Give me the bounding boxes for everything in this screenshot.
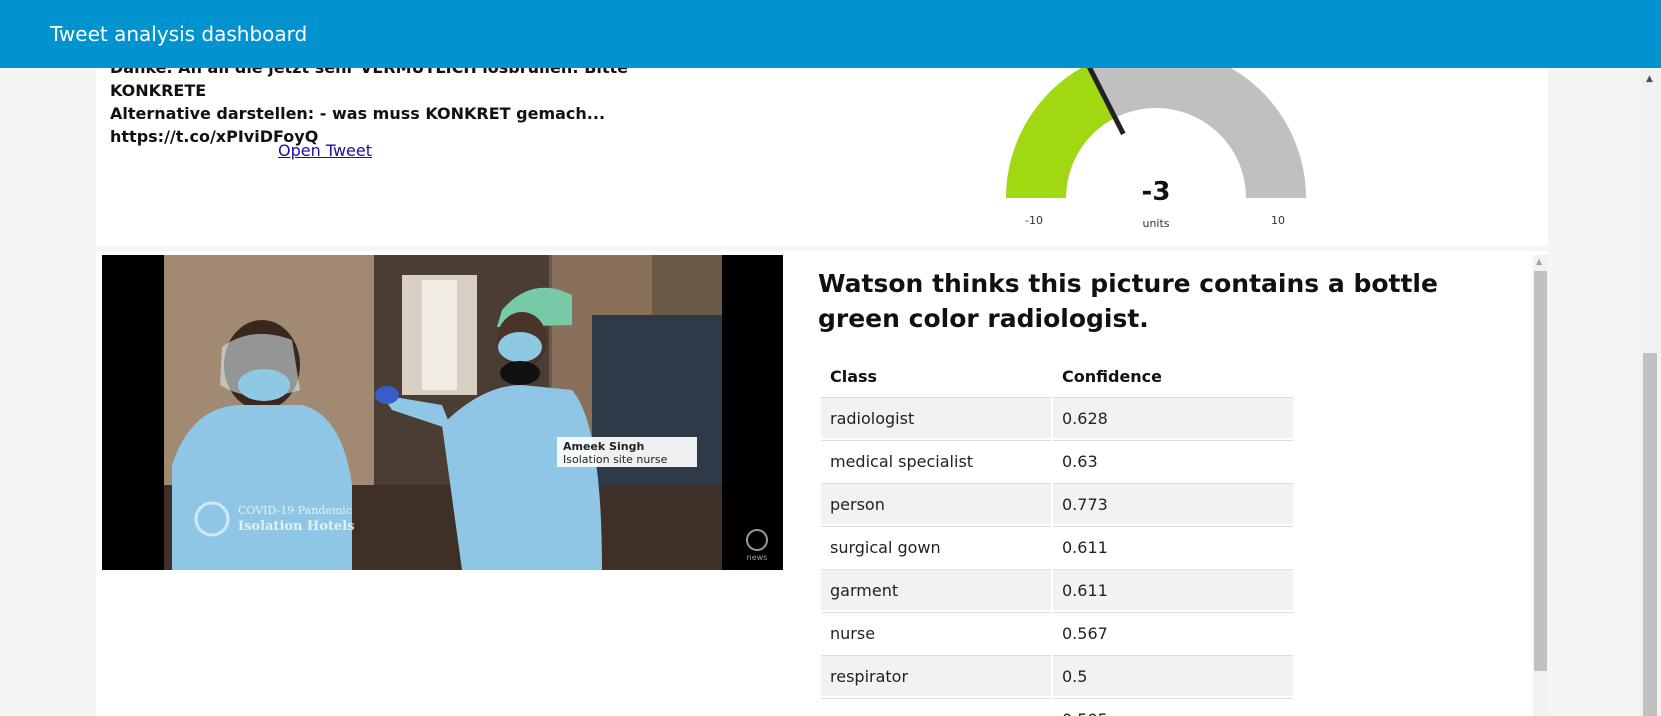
confidence-cell: 0.567 <box>1053 612 1293 653</box>
class-cell <box>821 698 1051 716</box>
table-row: nurse 0.567 <box>821 612 1293 653</box>
scrollbar-thumb[interactable] <box>1643 353 1657 716</box>
page-scrollbar[interactable]: ▲ <box>1640 68 1661 716</box>
tweet-text: Danke. An all die jetzt sehr VERMUTLICH … <box>110 68 670 148</box>
gauge-units: units <box>1142 217 1169 230</box>
table-row: person 0.773 <box>821 483 1293 524</box>
watson-panel-scrollbar[interactable]: ▲ <box>1533 255 1548 716</box>
dashboard-content: Danke. An all die jetzt sehr VERMUTLICH … <box>0 68 1640 716</box>
column-header-confidence: Confidence <box>1062 366 1163 386</box>
class-cell: surgical gown <box>821 526 1051 567</box>
photo-illustration: Ameek Singh Isolation site nurse COVID-1… <box>102 255 783 570</box>
class-cell: medical specialist <box>821 440 1051 481</box>
confidence-cell: 0.773 <box>1053 483 1293 524</box>
photo-logo-text: news <box>747 553 768 562</box>
tweet-line: Danke. An all die jetzt sehr VERMUTLICH … <box>110 68 628 100</box>
gauge-min-label: -10 <box>1025 214 1043 227</box>
confidence-cell: 0.611 <box>1053 526 1293 567</box>
gauge-max-label: 10 <box>1271 214 1285 227</box>
tweet-card: Danke. An all die jetzt sehr VERMUTLICH … <box>96 68 1548 246</box>
class-cell: radiologist <box>821 397 1051 438</box>
table-header-row: Class Confidence <box>821 357 1293 395</box>
table-row: 0.505 <box>821 698 1293 716</box>
scroll-up-icon[interactable]: ▲ <box>1646 74 1653 84</box>
watson-headline: Watson thinks this picture contains a bo… <box>818 269 1438 333</box>
table-row: radiologist 0.628 <box>821 397 1293 438</box>
table-row: surgical gown 0.611 <box>821 526 1293 567</box>
watson-panel: Watson thinks this picture contains a bo… <box>800 255 1528 716</box>
classification-table: Class Confidence radiologist 0.628 medic… <box>819 355 1295 716</box>
confidence-cell: 0.611 <box>1053 569 1293 610</box>
tweet-photo: Ameek Singh Isolation site nurse COVID-1… <box>102 255 783 570</box>
gauge-value: -3 <box>1142 177 1171 207</box>
tweet-line: Alternative darstellen: - was muss KONKR… <box>110 104 606 123</box>
column-header-class: Class <box>830 366 878 386</box>
open-tweet-link[interactable]: Open Tweet <box>278 141 372 160</box>
dashboard-title: Tweet analysis dashboard <box>50 22 308 46</box>
photo-watermark-line2: Isolation Hotels <box>238 519 355 534</box>
analysis-card: Ameek Singh Isolation site nurse COVID-1… <box>96 251 1548 716</box>
confidence-cell: 0.63 <box>1053 440 1293 481</box>
class-cell: garment <box>821 569 1051 610</box>
photo-watermark-line1: COVID-19 Pandemic <box>238 504 352 517</box>
photo-caption-name: Ameek Singh <box>563 440 644 453</box>
class-cell: person <box>821 483 1051 524</box>
class-cell: nurse <box>821 612 1051 653</box>
sentiment-gauge: -3 units -10 10 <box>1006 68 1306 230</box>
app-header: Tweet analysis dashboard <box>0 0 1661 68</box>
class-cell: respirator <box>821 655 1051 696</box>
scroll-up-icon[interactable]: ▲ <box>1536 257 1542 266</box>
tweet-line: https://t.co/xPIviDFoyQ <box>110 127 319 146</box>
table-row: garment 0.611 <box>821 569 1293 610</box>
table-row: medical specialist 0.63 <box>821 440 1293 481</box>
photo-caption-role: Isolation site nurse <box>563 453 668 466</box>
confidence-cell: 0.505 <box>1053 698 1293 716</box>
confidence-cell: 0.628 <box>1053 397 1293 438</box>
table-row: respirator 0.5 <box>821 655 1293 696</box>
scrollbar-thumb[interactable] <box>1534 271 1547 671</box>
confidence-cell: 0.5 <box>1053 655 1293 696</box>
